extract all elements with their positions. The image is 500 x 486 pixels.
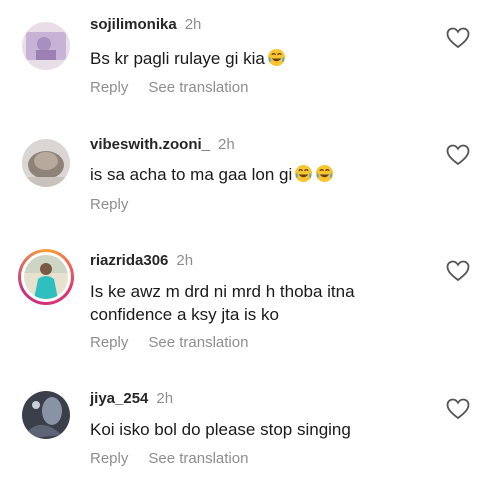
username[interactable]: sojilimonika bbox=[90, 16, 177, 33]
username[interactable]: jiya_254 bbox=[90, 390, 148, 407]
timestamp: 2h bbox=[176, 252, 194, 269]
like-heart-icon[interactable] bbox=[446, 260, 470, 282]
avatar[interactable] bbox=[22, 22, 70, 70]
avatar-story-ring[interactable] bbox=[18, 249, 74, 305]
see-translation-button[interactable]: See translation bbox=[148, 79, 248, 96]
see-translation-button[interactable]: See translation bbox=[148, 450, 248, 467]
tears-of-joy-emoji bbox=[316, 164, 334, 183]
comment-text: Koi isko bol do please stop singing bbox=[90, 420, 351, 439]
comment-meta: jiya_254 2h bbox=[90, 390, 173, 407]
comment-text: Is ke awz m drd ni mrd h thoba itna conf… bbox=[90, 282, 355, 324]
reply-button[interactable]: Reply bbox=[90, 196, 128, 213]
tears-of-joy-emoji bbox=[295, 164, 313, 183]
like-heart-icon[interactable] bbox=[446, 144, 470, 166]
reply-button[interactable]: Reply bbox=[90, 450, 128, 467]
reply-button[interactable]: Reply bbox=[90, 334, 128, 351]
like-heart-icon[interactable] bbox=[446, 27, 470, 49]
comment-meta: sojilimonika 2h bbox=[90, 16, 201, 33]
avatar bbox=[21, 252, 71, 302]
comment-text: is sa acha to ma gaa lon gi bbox=[90, 163, 420, 186]
comment-meta: riazrida306 2h bbox=[90, 252, 193, 269]
timestamp: 2h bbox=[218, 136, 235, 153]
comment-text: Bs kr pagli rulaye gi kia bbox=[90, 47, 420, 70]
comment-actions: Reply See translation bbox=[90, 450, 248, 467]
like-heart-icon[interactable] bbox=[446, 398, 470, 420]
avatar[interactable] bbox=[22, 391, 70, 439]
comment-meta: vibeswith.zooni_ 2h bbox=[90, 136, 235, 153]
comment-actions: Reply See translation bbox=[90, 79, 248, 96]
username[interactable]: riazrida306 bbox=[90, 252, 168, 269]
avatar[interactable] bbox=[22, 139, 70, 187]
tears-of-joy-emoji bbox=[267, 48, 285, 67]
comment-actions: Reply See translation bbox=[90, 334, 248, 351]
timestamp: 2h bbox=[156, 390, 174, 407]
comment-actions: Reply bbox=[90, 196, 128, 213]
username[interactable]: vibeswith.zooni_ bbox=[90, 136, 210, 153]
reply-button[interactable]: Reply bbox=[90, 79, 128, 96]
see-translation-button[interactable]: See translation bbox=[148, 334, 248, 351]
timestamp: 2h bbox=[184, 16, 202, 33]
